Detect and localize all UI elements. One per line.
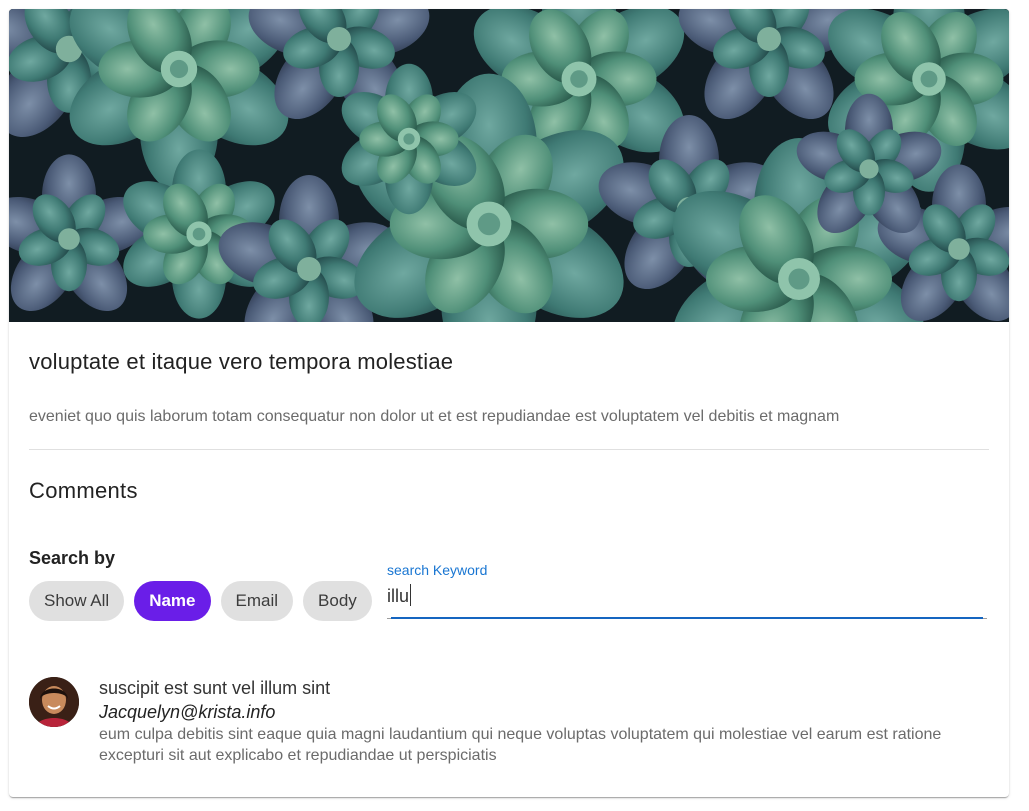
search-keyword-field: search Keyword xyxy=(387,562,989,620)
comment-body: eum culpa debitis sint eaque quia magni … xyxy=(99,726,942,764)
succulent-image xyxy=(9,9,1009,322)
filter-chip-body[interactable]: Body xyxy=(303,581,372,621)
comment-search-bar: Search by Show All Name Email Body searc… xyxy=(29,532,989,642)
comment-item: suscipit est sunt vel illum sint Jacquel… xyxy=(29,658,989,764)
search-by-label: Search by xyxy=(29,548,116,568)
search-keyword-input[interactable] xyxy=(387,582,987,610)
post-image xyxy=(9,9,1009,322)
comment-email: Jacquelyn@krista.info xyxy=(99,702,276,722)
post-body: eveniet quo quis laborum totam consequat… xyxy=(29,408,840,425)
filter-chip-name[interactable]: Name xyxy=(134,581,211,621)
comment-name: suscipit est sunt vel illum sint xyxy=(99,678,331,698)
text-caret xyxy=(410,584,411,606)
input-focus-underline xyxy=(391,617,983,619)
filter-chip-email[interactable]: Email xyxy=(220,581,294,621)
filter-chips: Show All Name Email Body xyxy=(29,581,372,621)
user-avatar-icon xyxy=(29,677,79,727)
filter-chip-show-all[interactable]: Show All xyxy=(29,581,125,621)
post-title: voluptate et itaque vero tempora molesti… xyxy=(29,349,454,374)
search-keyword-label: search Keyword xyxy=(387,562,488,578)
avatar xyxy=(29,677,79,727)
comments-heading: Comments xyxy=(29,478,138,503)
post-card: voluptate et itaque vero tempora molesti… xyxy=(9,9,1009,797)
